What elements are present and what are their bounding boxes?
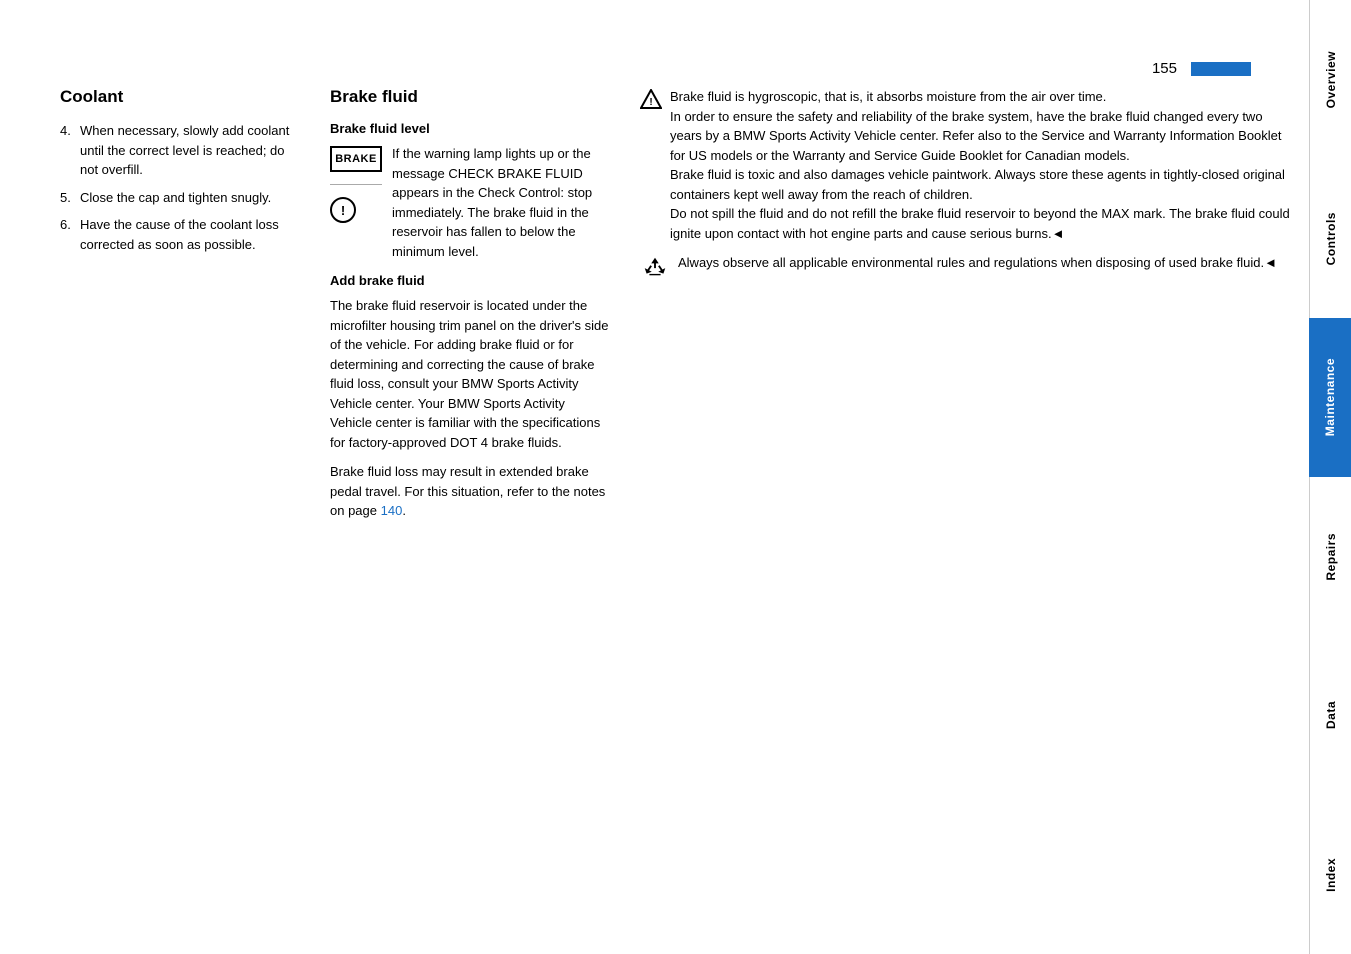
list-num: 5. <box>60 188 71 208</box>
sidebar-tab-index[interactable]: Index <box>1309 795 1351 954</box>
sidebar-tab-controls-label: Controls <box>1324 212 1338 265</box>
list-text: Have the cause of the coolant loss corre… <box>80 217 279 252</box>
hygroscopic-para2: In order to ensure the safety and reliab… <box>670 109 1282 163</box>
add-brake-fluid-title: Add brake fluid <box>330 273 610 288</box>
sidebar-tab-index-label: Index <box>1324 858 1338 892</box>
brake-level-text: If the warning lamp lights up or the mes… <box>392 144 610 261</box>
hygroscopic-para4: Do not spill the fluid and do not refill… <box>670 206 1290 241</box>
sidebar-tab-overview[interactable]: Overview <box>1309 0 1351 159</box>
coolant-list: 4. When necessary, slowly add coolant un… <box>60 121 300 254</box>
brake-indicator-container: BRAKE ! If the warning lamp lights up or… <box>330 144 610 261</box>
content-columns: Coolant 4. When necessary, slowly add co… <box>60 87 1311 914</box>
list-item: 6. Have the cause of the coolant loss co… <box>60 215 300 254</box>
page-header: 155 <box>60 60 1311 77</box>
environmental-text: Always observe all applicable environmen… <box>678 253 1277 273</box>
list-item: 5. Close the cap and tighten snugly. <box>60 188 300 208</box>
header-blue-bar <box>1191 62 1251 76</box>
list-num: 4. <box>60 121 71 141</box>
right-sidebar: Overview Controls Maintenance Repairs Da… <box>1309 0 1351 954</box>
list-text: Close the cap and tighten snugly. <box>80 190 271 205</box>
list-text: When necessary, slowly add coolant until… <box>80 123 289 177</box>
sidebar-tab-repairs-label: Repairs <box>1324 533 1338 581</box>
sidebar-tab-data-label: Data <box>1324 701 1338 729</box>
brake-fluid-section: Brake fluid Brake fluid level BRAKE ! If… <box>330 87 640 914</box>
brake-label: BRAKE <box>335 153 377 165</box>
exclamation-circle-icon: ! <box>330 197 356 223</box>
sidebar-tab-maintenance-label: Maintenance <box>1323 358 1337 436</box>
add-brake-fluid-text-2: Brake fluid loss may result in extended … <box>330 462 610 521</box>
warning-triangle-icon: ! <box>640 89 662 109</box>
brake-warning-box: BRAKE <box>330 146 382 172</box>
sidebar-tab-overview-label: Overview <box>1324 51 1338 108</box>
list-num: 6. <box>60 215 71 235</box>
environmental-warning: Always observe all applicable environmen… <box>640 253 1291 283</box>
brake-fluid-level-title: Brake fluid level <box>330 121 610 136</box>
hygroscopic-text: Brake fluid is hygroscopic, that is, it … <box>670 87 1291 243</box>
list-item: 4. When necessary, slowly add coolant un… <box>60 121 300 180</box>
sidebar-tab-repairs[interactable]: Repairs <box>1309 477 1351 636</box>
brake-fluid-warnings: ! Brake fluid is hygroscopic, that is, i… <box>640 87 1311 914</box>
recycle-icon <box>640 255 670 283</box>
brake-icons-col: BRAKE ! <box>330 146 382 223</box>
page-link[interactable]: 140 <box>381 503 403 518</box>
hygroscopic-line1: Brake fluid is hygroscopic, that is, it … <box>670 89 1106 104</box>
brake-fluid-title: Brake fluid <box>330 87 610 107</box>
sidebar-tab-controls[interactable]: Controls <box>1309 159 1351 318</box>
divider-line <box>330 184 382 185</box>
main-content: 155 Coolant 4. When necessary, slowly ad… <box>0 0 1351 954</box>
coolant-title: Coolant <box>60 87 300 107</box>
page-container: 155 Coolant 4. When necessary, slowly ad… <box>0 0 1351 954</box>
coolant-section: Coolant 4. When necessary, slowly add co… <box>60 87 330 914</box>
svg-text:!: ! <box>649 97 652 108</box>
sidebar-tab-maintenance[interactable]: Maintenance <box>1309 318 1351 477</box>
hygroscopic-para3: Brake fluid is toxic and also damages ve… <box>670 167 1285 202</box>
page-number: 155 <box>1152 60 1177 77</box>
add-brake-fluid-text-1: The brake fluid reservoir is located und… <box>330 296 610 452</box>
hygroscopic-warning: ! Brake fluid is hygroscopic, that is, i… <box>640 87 1291 243</box>
sidebar-tab-data[interactable]: Data <box>1309 636 1351 795</box>
